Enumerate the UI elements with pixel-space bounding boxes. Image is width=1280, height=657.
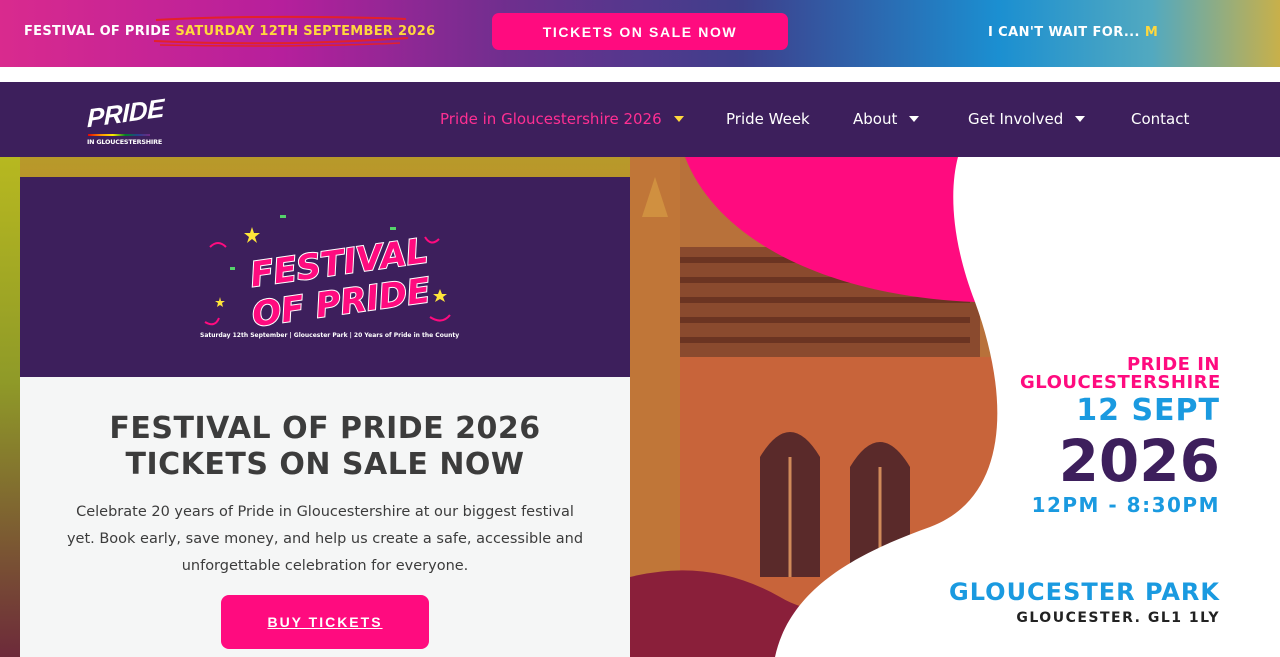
- event-year: 2026: [1058, 427, 1220, 495]
- event-organisation: PRIDE IN GLOUCESTERSHIRE: [1020, 354, 1221, 393]
- nav-item-label: Pride in Gloucestershire 2026: [440, 110, 662, 128]
- logo-subtitle: IN GLOUCESTERSHIRE: [87, 138, 162, 146]
- countdown-text: I CAN'T WAIT FOR... M: [988, 25, 1158, 40]
- logo-rainbow-stripe: [88, 134, 150, 136]
- festival-announcement: FESTIVAL OF PRIDE SATURDAY 12TH SEPTEMBE…: [24, 24, 435, 39]
- dropdown-caret-icon: [909, 116, 920, 122]
- card-description: Celebrate 20 years of Pride in Glouceste…: [66, 504, 584, 574]
- event-time: 12PM - 8:30PM: [1031, 493, 1220, 517]
- nav-item-pride-week[interactable]: Pride Week: [726, 110, 810, 128]
- nav-item-about[interactable]: About: [853, 110, 920, 128]
- venue-address: GLOUCESTER. GL1 1LY: [1016, 610, 1220, 626]
- top-announcement-bar: FESTIVAL OF PRIDE SATURDAY 12TH SEPTEMBE…: [0, 0, 1280, 67]
- festival-label: FESTIVAL OF PRIDE: [24, 24, 171, 39]
- festival-logo-caption: Saturday 12th September | Gloucester Par…: [200, 332, 460, 339]
- hero-section: PRIDE IN GLOUCESTERSHIRE 12 SEPT 2026 12…: [0, 157, 1280, 657]
- dropdown-caret-icon: [1075, 116, 1086, 122]
- card-title: FESTIVAL OF PRIDE 2026 TICKETS ON SALE N…: [109, 411, 541, 482]
- event-details: PRIDE IN GLOUCESTERSHIRE 12 SEPT 2026 12…: [1020, 356, 1220, 518]
- countdown-label: I CAN'T WAIT FOR...: [988, 25, 1140, 40]
- card-header: FESTIVAL OF PRIDE Saturday 12th Septembe…: [20, 177, 630, 377]
- festival-of-pride-logo: FESTIVAL OF PRIDE: [204, 215, 451, 336]
- festival-date: SATURDAY 12TH SEPTEMBER 2026: [175, 24, 436, 39]
- event-day: 12 SEPT: [1076, 393, 1220, 428]
- event-venue: GLOUCESTER PARK GLOUCESTER. GL1 1LY: [949, 578, 1220, 628]
- nav-item-label: Contact: [1131, 110, 1190, 128]
- nav-item-pride-2026[interactable]: Pride in Gloucestershire 2026: [440, 110, 684, 128]
- logo-wordmark: PRIDE: [87, 92, 164, 134]
- nav-item-label: Pride Week: [726, 110, 810, 128]
- buy-tickets-button[interactable]: BUY TICKETS: [221, 595, 429, 649]
- nav-item-label: About: [853, 110, 898, 128]
- nav-item-contact[interactable]: Contact: [1131, 110, 1189, 128]
- dropdown-caret-icon: [673, 116, 684, 122]
- nav-item-label: Get Involved: [968, 110, 1064, 128]
- tickets-on-sale-button[interactable]: TICKETS ON SALE NOW: [492, 13, 788, 50]
- site-logo[interactable]: PRIDE IN GLOUCESTERSHIRE: [84, 90, 164, 150]
- nav-item-get-involved[interactable]: Get Involved: [968, 110, 1086, 128]
- tickets-card: FESTIVAL OF PRIDE Saturday 12th Septembe…: [20, 177, 630, 657]
- countdown-typed: M: [1144, 25, 1159, 40]
- venue-name: GLOUCESTER PARK: [949, 578, 1220, 606]
- main-navigation: PRIDE IN GLOUCESTERSHIRE Pride in Glouce…: [0, 82, 1280, 157]
